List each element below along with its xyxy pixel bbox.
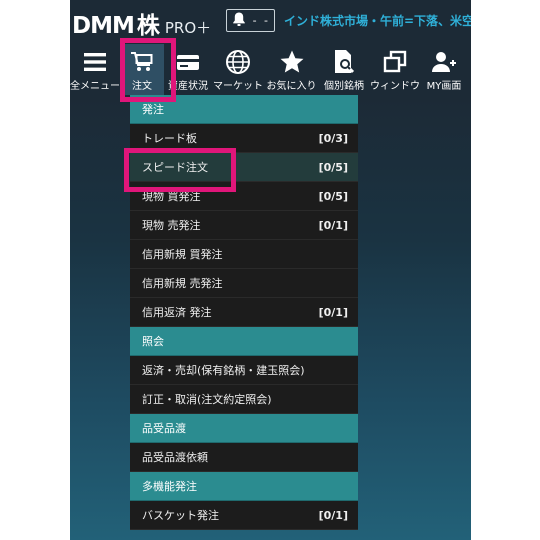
menu-item-label: 信用新規 売発注 <box>142 277 223 290</box>
menu-item-count: [0/1] <box>318 508 348 522</box>
logo-pro: PRO＋ <box>164 19 212 37</box>
nav-assets[interactable]: 資産状況 <box>164 44 212 95</box>
document-search-icon <box>332 47 356 77</box>
nav-window[interactable]: ウィンドウ <box>369 44 421 95</box>
menu-item-label: 信用新規 買発注 <box>142 248 223 261</box>
hamburger-icon <box>83 47 107 77</box>
globe-icon <box>225 47 251 77</box>
menu-item-correct-cancel[interactable]: 訂正・取消(注文約定照会) <box>130 385 358 414</box>
menu-item-delivery-request[interactable]: 品受品渡依頼 <box>130 443 358 472</box>
windows-icon <box>383 47 407 77</box>
menu-item-count: [0/5] <box>318 189 348 203</box>
section-header-inquiry: 照会 <box>130 327 358 356</box>
nav-favorites[interactable]: お気に入り <box>264 44 319 95</box>
menu-item-trade-board[interactable]: トレード板 [0/3] <box>130 124 358 153</box>
menu-item-label: 現物 売発注 <box>142 219 201 232</box>
notification-count: - - <box>252 14 270 27</box>
menu-item-count: [0/1] <box>318 218 348 232</box>
menu-item-count: [0/3] <box>318 131 348 145</box>
section-header-multi-function: 多機能発注 <box>130 472 358 501</box>
nav-label: 全メニュー <box>70 81 120 92</box>
nav-my-screen[interactable]: MY画面 <box>421 44 467 95</box>
cart-icon <box>130 47 154 77</box>
menu-item-count: [0/1] <box>318 305 348 319</box>
nav-label: 注文 <box>132 81 152 92</box>
order-dropdown-menu: 発注 トレード板 [0/3] スピード注文 [0/5] 現物 買発注 [0/5]… <box>130 95 358 530</box>
nav-market[interactable]: マーケット <box>212 44 264 95</box>
menu-item-label: 品受品渡依頼 <box>142 451 208 464</box>
menu-item-margin-new-buy-order[interactable]: 信用新規 買発注 <box>130 240 358 269</box>
notification-button[interactable]: - - <box>226 9 275 32</box>
logo-kabu: 株 <box>136 13 160 39</box>
menu-item-basket-order[interactable]: バスケット発注 [0/1] <box>130 501 358 530</box>
menu-item-label: 信用返済 発注 <box>142 306 212 319</box>
menu-item-label: 訂正・取消(注文約定照会) <box>142 393 272 406</box>
menu-item-speed-order[interactable]: スピード注文 [0/5] <box>130 153 358 182</box>
menu-item-cash-buy-order[interactable]: 現物 買発注 [0/5] <box>130 182 358 211</box>
nav-order[interactable]: 注文 <box>120 44 164 95</box>
menu-item-margin-close-order[interactable]: 信用返済 発注 [0/1] <box>130 298 358 327</box>
section-header-delivery: 品受品渡 <box>130 414 358 443</box>
nav-label: 個別銘柄 <box>324 81 364 92</box>
menu-item-margin-new-sell-order[interactable]: 信用新規 売発注 <box>130 269 358 298</box>
wallet-icon <box>175 47 201 77</box>
top-bar: DMM 株 PRO＋ - - インド株式市場・午前=下落、米空爆 <box>70 0 471 44</box>
menu-item-label: バスケット発注 <box>142 509 219 522</box>
menu-item-label: トレード板 <box>142 132 197 145</box>
menu-item-label: スピード注文 <box>142 161 208 174</box>
nav-individual-stock[interactable]: 個別銘柄 <box>319 44 369 95</box>
dmm-kabu-logo[interactable]: DMM 株 PRO＋ <box>72 6 211 40</box>
section-header-order: 発注 <box>130 95 358 124</box>
main-nav: 全メニュー 注文 資産状況 マーケット お気に入り 個別銘柄 ウィンドウ MY画… <box>70 44 471 95</box>
bell-icon <box>231 11 247 31</box>
logo-dmm: DMM <box>72 13 135 39</box>
menu-item-cash-sell-order[interactable]: 現物 売発注 [0/1] <box>130 211 358 240</box>
news-ticker[interactable]: インド株式市場・午前=下落、米空爆 <box>284 12 471 29</box>
nav-label: ウィンドウ <box>370 81 420 92</box>
nav-label: マーケット <box>213 81 263 92</box>
menu-item-label: 現物 買発注 <box>142 190 201 203</box>
menu-item-count: [0/5] <box>318 160 348 174</box>
menu-item-label: 返済・売却(保有銘柄・建玉照会) <box>142 364 305 377</box>
menu-item-repay-sell[interactable]: 返済・売却(保有銘柄・建玉照会) <box>130 356 358 385</box>
user-add-icon <box>431 47 457 77</box>
nav-all-menu[interactable]: 全メニュー <box>70 44 120 95</box>
nav-label: お気に入り <box>266 81 317 92</box>
star-icon <box>279 47 305 77</box>
nav-label: 資産状況 <box>168 81 208 92</box>
nav-label: MY画面 <box>426 81 462 92</box>
app-window: DMM 株 PRO＋ - - インド株式市場・午前=下落、米空爆 全メニュー 注… <box>70 0 471 540</box>
